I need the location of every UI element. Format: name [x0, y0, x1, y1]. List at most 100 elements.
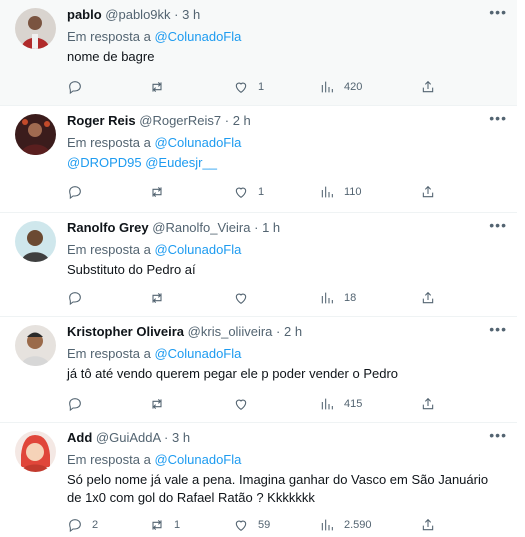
heart-icon	[235, 187, 247, 198]
separator: ·	[224, 113, 230, 128]
timestamp[interactable]: 3 h	[182, 7, 200, 22]
retweet-button[interactable]	[149, 394, 174, 414]
share-button[interactable]	[420, 288, 436, 308]
user-handle[interactable]: @GuiAddA	[96, 430, 161, 445]
retweet-icon	[152, 292, 162, 304]
reply-to-link[interactable]: @ColunadoFla	[154, 346, 241, 361]
retweet-icon	[152, 519, 162, 531]
display-name[interactable]: Ranolfo Grey	[67, 220, 149, 235]
avatar[interactable]	[15, 431, 56, 472]
more-icon[interactable]: •••	[489, 217, 507, 233]
reply-icon	[69, 292, 81, 306]
heart-icon	[235, 520, 247, 531]
retweet-button[interactable]	[149, 77, 174, 97]
more-icon[interactable]: •••	[489, 427, 507, 443]
reply-prefix: Em resposta a	[67, 452, 151, 467]
retweet-button[interactable]	[149, 182, 174, 202]
display-name[interactable]: Add	[67, 430, 92, 445]
retweet-button[interactable]: 1	[149, 515, 180, 535]
mentions-line[interactable]: @DROPD95 @Eudesjr__	[67, 154, 477, 172]
share-icon	[422, 291, 434, 304]
tweet[interactable]: pablo @pablo9kk · 3 h ••• Em resposta a …	[0, 0, 517, 106]
heart-icon	[235, 399, 247, 410]
action-bar: 18	[67, 288, 457, 308]
like-button[interactable]: 1	[233, 77, 264, 97]
reply-to-link[interactable]: @ColunadoFla	[154, 452, 241, 467]
action-bar: 1 420	[67, 77, 457, 97]
reply-count: 2	[92, 519, 99, 531]
more-icon[interactable]: •••	[489, 110, 507, 126]
user-handle[interactable]: @RogerReis7	[139, 113, 221, 128]
tweet[interactable]: Roger Reis @RogerReis7 · 2 h ••• Em resp…	[0, 106, 517, 213]
reply-prefix: Em resposta a	[67, 242, 151, 257]
more-icon[interactable]: •••	[489, 4, 507, 20]
views-button[interactable]: 420	[319, 77, 362, 97]
timestamp[interactable]: 3 h	[172, 430, 190, 445]
user-handle[interactable]: @pablo9kk	[105, 7, 170, 22]
reply-context: Em resposta a @ColunadoFla	[67, 345, 241, 363]
reply-button[interactable]	[67, 77, 92, 97]
avatar[interactable]	[15, 8, 56, 49]
avatar[interactable]	[15, 114, 56, 155]
separator: ·	[276, 324, 281, 339]
heart-icon	[235, 82, 247, 93]
user-handle[interactable]: @Ranolfo_Vieira	[152, 220, 250, 235]
timestamp[interactable]: 2 h	[233, 113, 251, 128]
like-count: 1	[258, 186, 265, 198]
like-button[interactable]	[233, 394, 258, 414]
heart-icon	[235, 293, 247, 304]
views-button[interactable]: 415	[319, 394, 362, 414]
view-count: 420	[344, 81, 363, 93]
tweet[interactable]: Add @GuiAddA · 3 h ••• Em resposta a @Co…	[0, 423, 517, 537]
reply-button[interactable]	[67, 394, 92, 414]
display-name[interactable]: Kristopher Oliveira	[67, 324, 184, 339]
reply-icon	[69, 519, 81, 533]
text-line: Substituto do Pedro aí	[67, 262, 196, 277]
separator: ·	[174, 7, 179, 22]
like-button[interactable]	[233, 288, 258, 308]
avatar[interactable]	[15, 325, 56, 366]
display-name[interactable]: Roger Reis	[67, 113, 136, 128]
text-line: Só pelo nome já vale a pena. Imagina gan…	[67, 472, 489, 487]
tweet[interactable]: Kristopher Oliveira @kris_oliiveira · 2 …	[0, 317, 517, 423]
reply-button[interactable]	[67, 182, 92, 202]
text-line: nome de bagre	[67, 49, 155, 64]
tweet-text: @DROPD95 @Eudesjr__	[67, 154, 477, 172]
reply-context: Em resposta a @ColunadoFla	[67, 241, 241, 259]
view-count: 110	[344, 186, 362, 198]
views-button[interactable]: 110	[319, 182, 362, 202]
tweet-header: pablo @pablo9kk · 3 h	[67, 6, 507, 24]
display-name[interactable]: pablo	[67, 7, 102, 22]
views-button[interactable]: 18	[319, 288, 356, 308]
views-button[interactable]: 2.590	[319, 515, 372, 535]
timestamp[interactable]: 1 h	[262, 220, 280, 235]
reply-to-link[interactable]: @ColunadoFla	[154, 135, 241, 150]
action-bar: 1 110	[67, 182, 457, 202]
view-count: 2.590	[344, 519, 372, 531]
tweet[interactable]: Ranolfo Grey @Ranolfo_Vieira · 1 h ••• E…	[0, 213, 517, 317]
separator: ·	[254, 220, 259, 235]
avatar[interactable]	[15, 221, 56, 262]
reply-to-link[interactable]: @ColunadoFla	[154, 242, 241, 257]
share-button[interactable]	[420, 77, 436, 97]
views-icon	[321, 398, 333, 410]
reply-icon	[69, 398, 81, 412]
separator: ·	[164, 430, 169, 445]
share-button[interactable]	[420, 515, 436, 535]
like-button[interactable]: 1	[233, 182, 264, 202]
reply-icon	[69, 186, 81, 200]
share-button[interactable]	[420, 182, 436, 202]
more-icon[interactable]: •••	[489, 321, 507, 337]
reply-button[interactable]: 2	[67, 515, 98, 535]
tweet-header: Ranolfo Grey @Ranolfo_Vieira · 1 h	[67, 219, 507, 237]
reply-button[interactable]	[67, 288, 92, 308]
action-bar: 415	[67, 394, 457, 414]
reply-icon	[69, 81, 81, 95]
retweet-button[interactable]	[149, 288, 174, 308]
reply-to-link[interactable]: @ColunadoFla	[154, 29, 241, 44]
like-button[interactable]: 59	[233, 515, 270, 535]
share-button[interactable]	[420, 394, 436, 414]
view-count: 415	[344, 398, 363, 410]
timestamp[interactable]: 2 h	[284, 324, 302, 339]
user-handle[interactable]: @kris_oliiveira	[188, 324, 273, 339]
